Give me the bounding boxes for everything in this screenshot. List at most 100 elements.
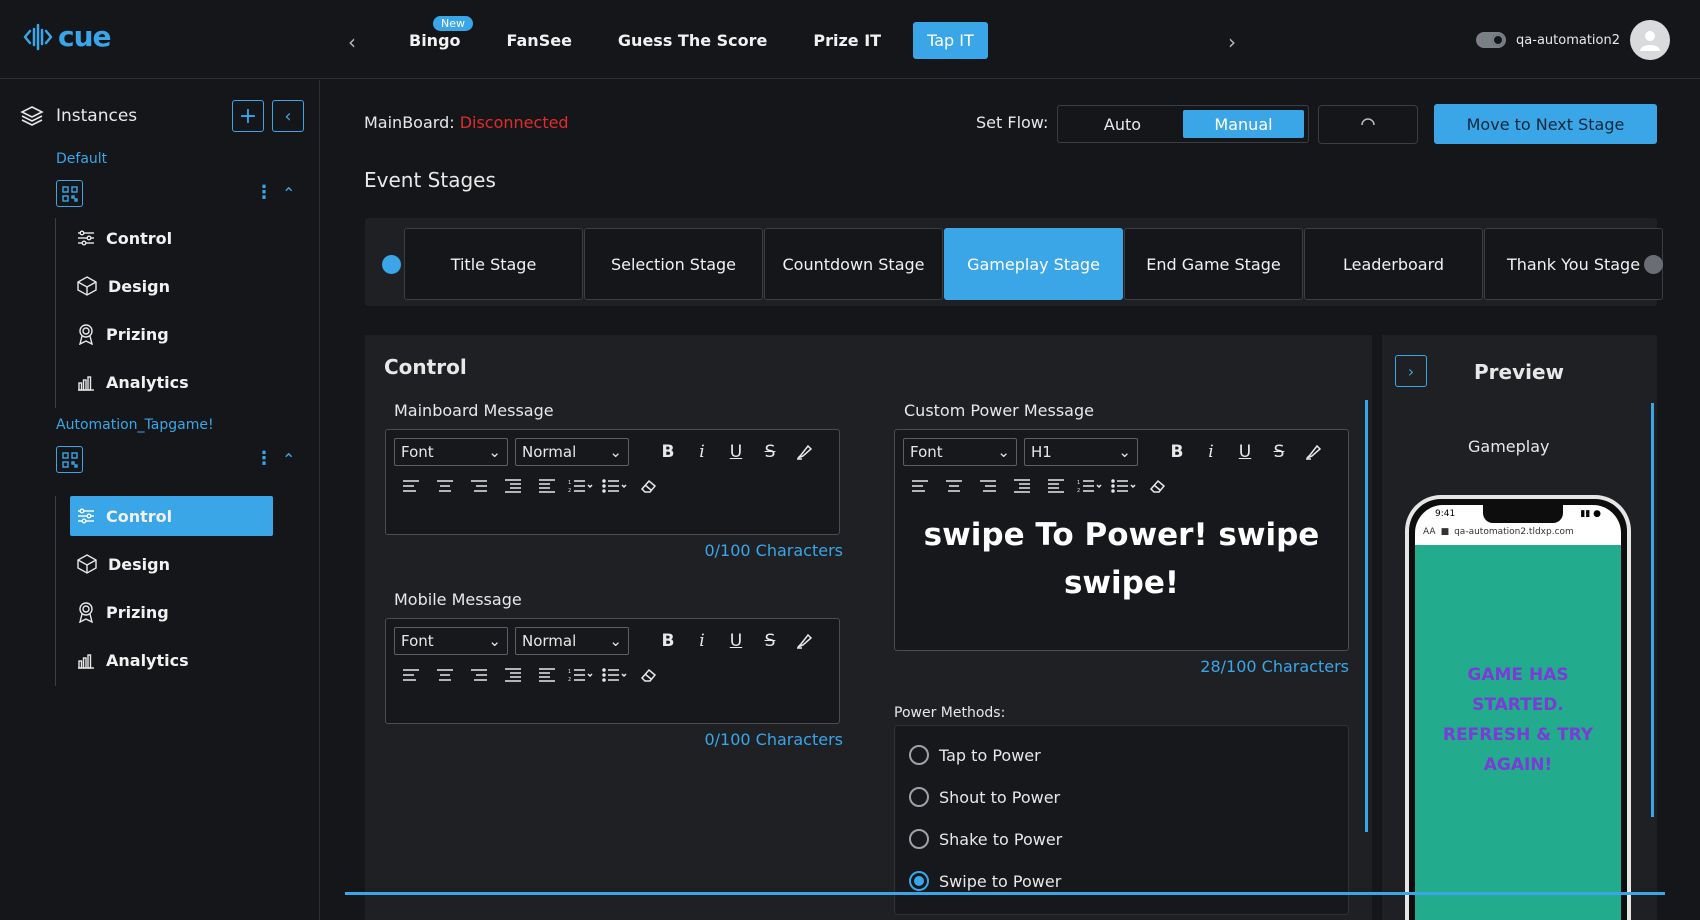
horizontal-scrollbar[interactable] (345, 892, 1665, 895)
flow-auto-option[interactable]: Auto (1062, 110, 1183, 138)
group-label-automation[interactable]: Automation_Tapgame! (56, 417, 214, 433)
custom-power-message-text[interactable]: swipe To Power! swipe swipe! (895, 503, 1348, 607)
chevron-up-icon[interactable]: ⌃ (282, 184, 295, 203)
align-right-icon[interactable] (462, 663, 496, 687)
italic-icon[interactable]: i (1194, 438, 1228, 466)
qr-icon (61, 451, 78, 468)
stage-leaderboard[interactable]: Leaderboard (1304, 228, 1483, 300)
outdent-icon[interactable] (496, 663, 530, 687)
stage-indicator-dot[interactable] (382, 255, 401, 274)
eraser-icon[interactable] (632, 474, 666, 498)
align-left-icon[interactable] (394, 663, 428, 687)
stage-indicator-dot[interactable] (1644, 255, 1663, 274)
bold-icon[interactable]: B (651, 438, 685, 466)
sidebar-item-analytics[interactable]: Analytics (70, 640, 273, 680)
sidebar-item-analytics[interactable]: Analytics (70, 362, 273, 402)
align-left-icon[interactable] (394, 474, 428, 498)
highlighter-icon[interactable] (1296, 438, 1330, 466)
control-scrollbar[interactable] (1365, 400, 1368, 832)
bold-icon[interactable]: B (1160, 438, 1194, 466)
align-left-icon[interactable] (903, 474, 937, 498)
size-select[interactable]: Normal ⌄ (515, 627, 629, 655)
qr-code-button[interactable] (56, 446, 83, 473)
preview-toggle-button[interactable]: › (1395, 355, 1427, 387)
size-select[interactable]: H1 ⌄ (1024, 438, 1138, 466)
tab-fansee[interactable]: FanSee (493, 22, 586, 59)
stage-title[interactable]: Title Stage (404, 228, 583, 300)
indent-icon[interactable] (1039, 474, 1073, 498)
align-right-icon[interactable] (971, 474, 1005, 498)
stage-selection[interactable]: Selection Stage (584, 228, 763, 300)
sidebar-item-design[interactable]: Design (70, 544, 273, 584)
sidebar-item-control[interactable]: Control (70, 218, 273, 258)
sidebar-item-prizing[interactable]: Prizing (70, 592, 273, 632)
theme-toggle[interactable] (1476, 32, 1507, 48)
align-center-icon[interactable] (428, 663, 462, 687)
font-select[interactable]: Font ⌄ (903, 438, 1017, 466)
bar-chart-icon (78, 376, 94, 391)
bullet-list-icon[interactable] (598, 474, 632, 498)
avatar[interactable] (1630, 20, 1670, 60)
ordered-list-icon[interactable]: 12 (564, 474, 598, 498)
strikethrough-icon[interactable]: S (1262, 438, 1296, 466)
preview-scrollbar[interactable] (1651, 403, 1654, 817)
tab-prize-it[interactable]: Prize IT (799, 22, 895, 59)
eraser-icon[interactable] (632, 663, 666, 687)
radio-shake-to-power[interactable]: Shake to Power (895, 818, 1348, 860)
radio-swipe-to-power[interactable]: Swipe to Power (895, 860, 1348, 902)
chevron-up-icon[interactable]: ⌃ (282, 450, 295, 469)
stage-countdown[interactable]: Countdown Stage (764, 228, 943, 300)
flow-manual-option[interactable]: Manual (1183, 110, 1304, 138)
bullet-list-icon[interactable] (1107, 474, 1141, 498)
tab-tap-it[interactable]: Tap IT (913, 21, 988, 59)
nav-next-arrow[interactable]: › (1228, 30, 1236, 54)
chevron-right-icon: › (1407, 361, 1415, 381)
underline-icon[interactable]: U (719, 627, 753, 655)
sidebar-item-control[interactable]: Control (70, 496, 273, 536)
align-center-icon[interactable] (937, 474, 971, 498)
group-menu-icon[interactable]: ⋮ (255, 448, 273, 469)
qr-code-button[interactable] (56, 180, 83, 207)
highlighter-icon[interactable] (787, 627, 821, 655)
group-menu-icon[interactable]: ⋮ (255, 182, 273, 203)
ordered-list-icon[interactable]: 12 (564, 663, 598, 687)
bold-icon[interactable]: B (651, 627, 685, 655)
radio-shout-to-power[interactable]: Shout to Power (895, 776, 1348, 818)
indent-icon[interactable] (530, 474, 564, 498)
italic-icon[interactable]: i (685, 627, 719, 655)
indent-icon[interactable] (530, 663, 564, 687)
highlighter-icon[interactable] (787, 438, 821, 466)
chevron-down-icon: ⌄ (609, 632, 622, 650)
ordered-list-icon[interactable]: 12 (1073, 474, 1107, 498)
cue-logo[interactable]: cue (22, 20, 112, 53)
align-right-icon[interactable] (462, 474, 496, 498)
stage-gameplay[interactable]: Gameplay Stage (944, 228, 1123, 300)
sidebar-item-prizing[interactable]: Prizing (70, 314, 273, 354)
size-select[interactable]: Normal ⌄ (515, 438, 629, 466)
collapse-sidebar-button[interactable]: ‹ (272, 100, 304, 132)
align-center-icon[interactable] (428, 474, 462, 498)
add-instance-button[interactable]: + (232, 100, 264, 132)
tab-guess-the-score[interactable]: Guess The Score (604, 22, 781, 59)
outdent-icon[interactable] (496, 474, 530, 498)
outdent-icon[interactable] (1005, 474, 1039, 498)
italic-icon[interactable]: i (685, 438, 719, 466)
move-next-stage-button[interactable]: Move to Next Stage (1434, 104, 1657, 144)
stage-end-game[interactable]: End Game Stage (1124, 228, 1303, 300)
strikethrough-icon[interactable]: S (753, 438, 787, 466)
font-select[interactable]: Font ⌄ (394, 438, 508, 466)
loading-button[interactable] (1318, 105, 1418, 144)
tab-bingo[interactable]: Bingo New (395, 15, 475, 59)
radio-tap-to-power[interactable]: Tap to Power (895, 734, 1348, 776)
underline-icon[interactable]: U (1228, 438, 1262, 466)
font-select[interactable]: Font ⌄ (394, 627, 508, 655)
stage-thank-you[interactable]: Thank You Stage (1484, 228, 1663, 300)
control-panel: Control Mainboard Message Font ⌄ Normal ⌄ … (365, 335, 1372, 920)
underline-icon[interactable]: U (719, 438, 753, 466)
strikethrough-icon[interactable]: S (753, 627, 787, 655)
eraser-icon[interactable] (1141, 474, 1175, 498)
group-label-default[interactable]: Default (56, 151, 107, 167)
nav-prev-arrow[interactable]: ‹ (348, 30, 356, 54)
bullet-list-icon[interactable] (598, 663, 632, 687)
sidebar-item-design[interactable]: Design (70, 266, 273, 306)
